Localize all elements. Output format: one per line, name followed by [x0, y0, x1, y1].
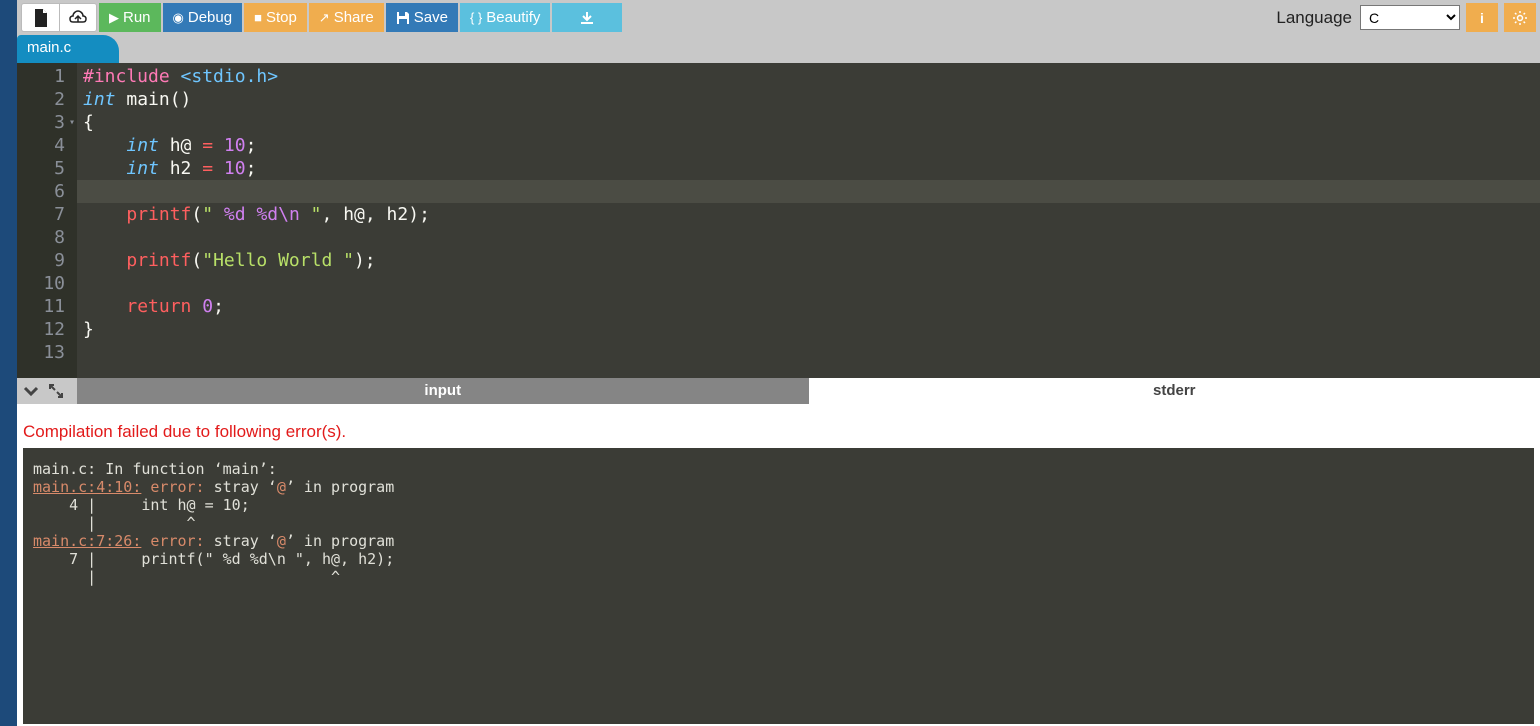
- debug-label: Debug: [188, 9, 232, 26]
- stderr-line: main.c: In function ‘main’:: [33, 460, 1524, 478]
- line-number: 8: [17, 226, 73, 249]
- code-line: printf(" %d %d\n ", h@, h2);: [83, 203, 1534, 226]
- code-line: int h2 = 10;: [83, 157, 1534, 180]
- run-button[interactable]: ▶ Run: [99, 3, 161, 32]
- code-line: [83, 180, 1534, 203]
- share-icon: ↗: [319, 11, 330, 24]
- file-button-group: [21, 3, 97, 32]
- run-label: Run: [123, 9, 151, 26]
- stderr-line: 7 | printf(" %d %d\n ", h@, h2);: [33, 550, 1524, 568]
- stderr-output[interactable]: main.c: In function ‘main’:main.c:4:10: …: [23, 448, 1534, 724]
- fullscreen-output-button[interactable]: [49, 384, 63, 398]
- code-line: }: [83, 318, 1534, 341]
- stop-label: Stop: [266, 9, 297, 26]
- share-label: Share: [334, 9, 374, 26]
- code-line: [83, 272, 1534, 295]
- info-icon: i: [1480, 10, 1484, 26]
- line-number: 9: [17, 249, 73, 272]
- code-line: [83, 226, 1534, 249]
- output-panel: Compilation failed due to following erro…: [17, 404, 1540, 726]
- line-number: 12: [17, 318, 73, 341]
- compile-error-heading: Compilation failed due to following erro…: [23, 410, 1534, 448]
- line-number-gutter: 12345678910111213: [17, 63, 77, 378]
- line-number: 6: [17, 180, 73, 203]
- code-line: [83, 341, 1534, 364]
- upload-icon: [69, 10, 87, 26]
- code-line: {: [83, 111, 1534, 134]
- line-number: 1: [17, 65, 73, 88]
- stderr-line: main.c:4:10: error: stray ‘@’ in program: [33, 478, 1524, 496]
- line-number: 13: [17, 341, 73, 364]
- code-line: return 0;: [83, 295, 1534, 318]
- output-tab-stderr[interactable]: stderr: [809, 378, 1540, 404]
- line-number: 3: [17, 111, 73, 134]
- code-editor[interactable]: 12345678910111213 #include <stdio.h>int …: [17, 63, 1540, 378]
- left-edge-strip: [0, 0, 17, 726]
- output-controls: [17, 378, 77, 404]
- save-label: Save: [414, 9, 448, 26]
- info-button[interactable]: i: [1466, 3, 1498, 32]
- code-line: int main(): [83, 88, 1534, 111]
- chevron-down-icon: [23, 385, 39, 397]
- download-icon: [580, 11, 594, 25]
- code-line: int h@ = 10;: [83, 134, 1534, 157]
- code-line: #include <stdio.h>: [83, 65, 1534, 88]
- stop-icon: ■: [254, 11, 262, 24]
- code-area[interactable]: #include <stdio.h>int main(){ int h@ = 1…: [77, 63, 1540, 378]
- line-number: 4: [17, 134, 73, 157]
- language-select[interactable]: C: [1360, 5, 1460, 30]
- settings-button[interactable]: [1504, 3, 1536, 32]
- expand-icon: [49, 384, 63, 398]
- output-tab-input-label: input: [424, 382, 461, 399]
- beautify-button[interactable]: { } Beautify: [460, 3, 551, 32]
- stderr-line: main.c:7:26: error: stray ‘@’ in program: [33, 532, 1524, 550]
- braces-icon: { }: [470, 11, 482, 24]
- stderr-line: | ^: [33, 568, 1524, 586]
- output-tab-input[interactable]: input: [77, 378, 809, 404]
- share-button[interactable]: ↗ Share: [309, 3, 384, 32]
- file-tab-bar: main.c: [17, 35, 1540, 63]
- tab-main-c[interactable]: main.c: [17, 35, 119, 63]
- output-tab-stderr-label: stderr: [1153, 382, 1196, 399]
- save-icon: [396, 11, 410, 25]
- download-button[interactable]: [552, 3, 622, 32]
- upload-button[interactable]: [59, 3, 97, 32]
- play-icon: ▶: [109, 11, 119, 24]
- tab-filename: main.c: [27, 39, 71, 56]
- code-line: printf("Hello World ");: [83, 249, 1534, 272]
- collapse-output-button[interactable]: [23, 385, 39, 397]
- gear-icon: [1512, 10, 1528, 26]
- save-button[interactable]: Save: [386, 3, 458, 32]
- line-number: 7: [17, 203, 73, 226]
- beautify-label: Beautify: [486, 9, 540, 26]
- output-tab-bar: input stderr: [17, 378, 1540, 404]
- file-icon: [33, 9, 49, 27]
- line-number: 10: [17, 272, 73, 295]
- line-number: 11: [17, 295, 73, 318]
- debug-button[interactable]: ◉ Debug: [163, 3, 243, 32]
- stderr-line: 4 | int h@ = 10;: [33, 496, 1524, 514]
- stop-button[interactable]: ■ Stop: [244, 3, 307, 32]
- toolbar: ▶ Run ◉ Debug ■ Stop ↗ Share Save { } Be…: [17, 0, 1540, 35]
- line-number: 2: [17, 88, 73, 111]
- stderr-line: | ^: [33, 514, 1524, 532]
- debug-icon: ◉: [173, 11, 184, 24]
- new-file-button[interactable]: [21, 3, 59, 32]
- language-label: Language: [1276, 8, 1352, 28]
- line-number: 5: [17, 157, 73, 180]
